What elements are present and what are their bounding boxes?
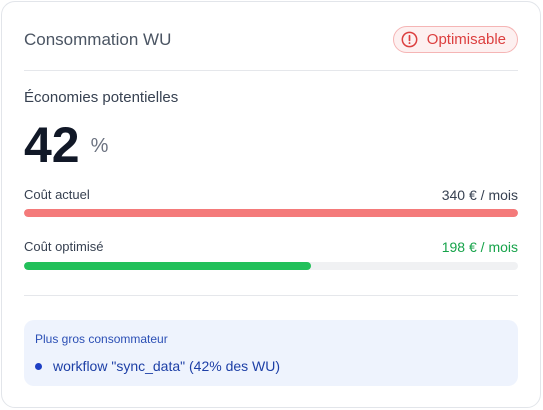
- savings-unit: %: [90, 135, 109, 157]
- current-cost-bar: [24, 209, 518, 217]
- optimized-cost-bar-fill: [24, 262, 311, 270]
- alert-circle-icon: [401, 31, 418, 48]
- card-header: Consommation WU Optimisable: [24, 26, 518, 54]
- savings-label: Économies potentielles: [24, 89, 179, 106]
- savings-value: 42: [24, 117, 80, 173]
- top-consumer-title: Plus gros consommateur: [35, 332, 168, 346]
- savings-figure: 42 %: [24, 120, 108, 170]
- current-cost-row: Coût actuel 340 € / mois: [24, 187, 518, 203]
- current-cost-value: 340 € / mois: [441, 187, 518, 203]
- status-badge-label: Optimisable: [426, 31, 506, 48]
- divider: [24, 70, 518, 71]
- status-badge: Optimisable: [392, 26, 518, 53]
- optimized-cost-value: 198 € / mois: [441, 239, 518, 255]
- top-consumer-item: workflow "sync_data" (42% des WU): [35, 358, 280, 374]
- optimized-cost-row: Coût optimisé 198 € / mois: [24, 239, 518, 255]
- optimized-cost-label: Coût optimisé: [24, 239, 104, 254]
- divider: [24, 295, 518, 296]
- card-title: Consommation WU: [24, 30, 172, 49]
- optimized-cost-bar: [24, 262, 518, 270]
- current-cost-bar-fill: [24, 209, 518, 217]
- wu-consumption-card: Consommation WU Optimisable Économies po…: [1, 1, 541, 408]
- bullet-dot-icon: [35, 362, 42, 370]
- current-cost-label: Coût actuel: [24, 187, 90, 202]
- top-consumer-text: workflow "sync_data" (42% des WU): [53, 358, 281, 374]
- top-consumer-panel: Plus gros consommateur workflow "sync_da…: [24, 320, 518, 386]
